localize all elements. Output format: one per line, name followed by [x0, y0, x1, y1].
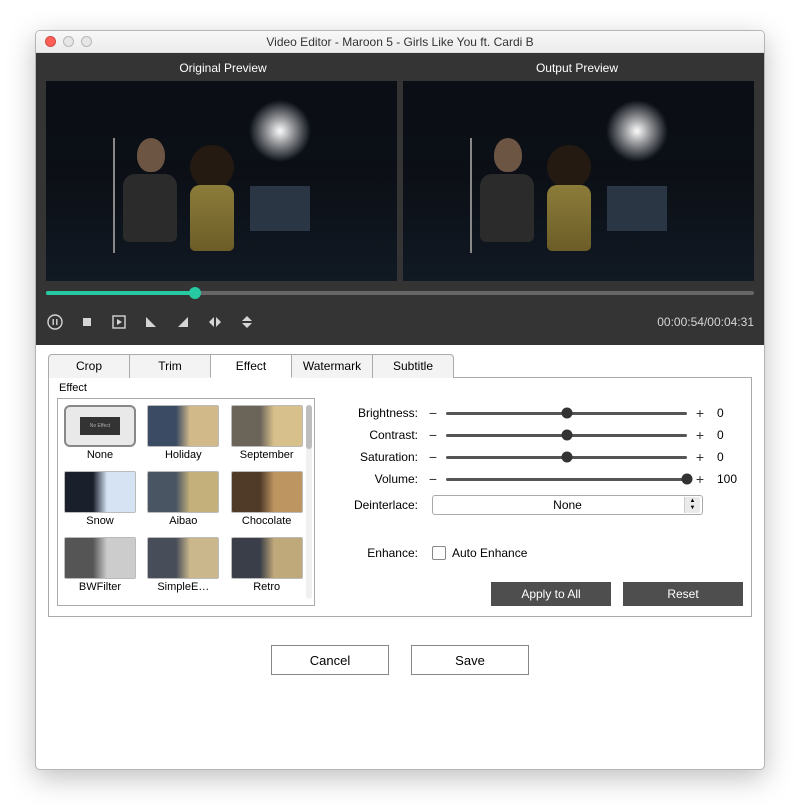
- slider-label: Contrast:: [341, 428, 426, 442]
- titlebar: Video Editor - Maroon 5 - Girls Like You…: [36, 31, 764, 53]
- timecode: 00:00:54/00:04:31: [657, 315, 754, 329]
- tab-crop[interactable]: Crop: [48, 354, 130, 378]
- slider-decrease[interactable]: −: [426, 406, 440, 420]
- cancel-button[interactable]: Cancel: [271, 645, 389, 675]
- seek-bar[interactable]: [46, 291, 754, 295]
- effect-aibao[interactable]: Aibao: [147, 471, 219, 533]
- effect-holiday[interactable]: Holiday: [147, 405, 219, 467]
- effect-september[interactable]: September: [231, 405, 303, 467]
- slider-thumb[interactable]: [561, 452, 572, 463]
- effect-name: Chocolate: [231, 513, 303, 527]
- slider-track[interactable]: [446, 412, 687, 415]
- slider-increase[interactable]: +: [693, 450, 707, 464]
- effect-panel-title: Effect: [57, 380, 743, 398]
- slider-value: 0: [707, 406, 743, 420]
- effect-none[interactable]: No EffectNone: [64, 405, 136, 467]
- slider-decrease[interactable]: −: [426, 450, 440, 464]
- slider-label: Saturation:: [341, 450, 426, 464]
- enhance-label: Enhance:: [341, 546, 426, 560]
- effect-name: SimpleE…: [147, 579, 219, 593]
- apply-to-all-button[interactable]: Apply to All: [491, 582, 611, 606]
- slider-value: 100: [707, 472, 743, 486]
- tab-effect[interactable]: Effect: [210, 354, 292, 378]
- save-button[interactable]: Save: [411, 645, 529, 675]
- effect-name: None: [64, 447, 136, 461]
- stop-icon[interactable]: [78, 313, 96, 331]
- tab-watermark[interactable]: Watermark: [291, 354, 373, 378]
- slider-increase[interactable]: +: [693, 406, 707, 420]
- effect-name: Aibao: [147, 513, 219, 527]
- original-preview-label: Original Preview: [46, 59, 400, 81]
- window-title: Video Editor - Maroon 5 - Girls Like You…: [36, 35, 764, 49]
- seek-thumb[interactable]: [189, 287, 201, 299]
- slider-increase[interactable]: +: [693, 472, 707, 486]
- effects-scrollbar[interactable]: [306, 405, 312, 599]
- effect-name: Retro: [231, 579, 303, 593]
- window: Video Editor - Maroon 5 - Girls Like You…: [35, 30, 765, 770]
- tab-trim[interactable]: Trim: [129, 354, 211, 378]
- effects-list: No EffectNone Holiday September Snow Aibao Ch…: [57, 398, 315, 606]
- effect-snow[interactable]: Snow: [64, 471, 136, 533]
- slider-track[interactable]: [446, 478, 687, 481]
- effect-name: Holiday: [147, 447, 219, 461]
- effect-simplee[interactable]: SimpleE…: [147, 537, 219, 599]
- chevron-updown-icon: ▲▼: [684, 497, 700, 513]
- slider-value: 0: [707, 450, 743, 464]
- slider-increase[interactable]: +: [693, 428, 707, 442]
- deinterlace-select[interactable]: None ▲▼: [432, 495, 703, 515]
- slider-value: 0: [707, 428, 743, 442]
- slider-track[interactable]: [446, 456, 687, 459]
- preview-area: Original Preview Output Preview: [36, 53, 764, 345]
- sliders-panel: Brightness:−+0Contrast:−+0Saturation:−+0…: [341, 398, 743, 606]
- output-preview-label: Output Preview: [400, 59, 754, 81]
- slider-thumb[interactable]: [682, 474, 693, 485]
- auto-enhance-label: Auto Enhance: [452, 546, 527, 560]
- auto-enhance-checkbox[interactable]: [432, 546, 446, 560]
- rotate-right-icon[interactable]: [174, 313, 192, 331]
- slider-decrease[interactable]: −: [426, 472, 440, 486]
- effect-panel: Effect No EffectNone Holiday September Snow…: [48, 377, 752, 617]
- flip-horizontal-icon[interactable]: [206, 313, 224, 331]
- slider-track[interactable]: [446, 434, 687, 437]
- effect-name: BWFilter: [64, 579, 136, 593]
- original-preview: [46, 81, 397, 281]
- effect-name: September: [231, 447, 303, 461]
- slider-label: Brightness:: [341, 406, 426, 420]
- pause-icon[interactable]: [46, 313, 64, 331]
- reset-button[interactable]: Reset: [623, 582, 743, 606]
- next-frame-icon[interactable]: [110, 313, 128, 331]
- effect-name: Snow: [64, 513, 136, 527]
- tab-subtitle[interactable]: Subtitle: [372, 354, 454, 378]
- rotate-left-icon[interactable]: [142, 313, 160, 331]
- effect-retro[interactable]: Retro: [231, 537, 303, 599]
- output-preview: [403, 81, 754, 281]
- slider-thumb[interactable]: [561, 408, 572, 419]
- editor-panel: CropTrimEffectWatermarkSubtitle Effect N…: [36, 345, 764, 689]
- slider-label: Volume:: [341, 472, 426, 486]
- effect-chocolate[interactable]: Chocolate: [231, 471, 303, 533]
- flip-vertical-icon[interactable]: [238, 313, 256, 331]
- slider-thumb[interactable]: [561, 430, 572, 441]
- slider-decrease[interactable]: −: [426, 428, 440, 442]
- effect-bwfilter[interactable]: BWFilter: [64, 537, 136, 599]
- deinterlace-label: Deinterlace:: [341, 498, 426, 512]
